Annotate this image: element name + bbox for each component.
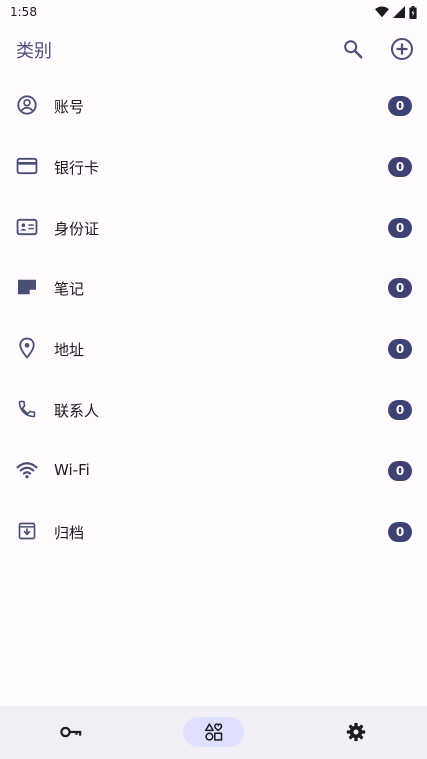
add-circle-icon (391, 38, 413, 60)
signal-icon (393, 6, 405, 18)
category-item-address[interactable]: 地址 0 (0, 318, 427, 379)
id-card-icon (15, 215, 39, 239)
settings-icon (346, 722, 366, 742)
category-label: 归档 (54, 523, 85, 542)
count-badge: 0 (388, 399, 412, 420)
count-badge: 0 (388, 278, 412, 299)
category-item-account[interactable]: 账号 0 (0, 75, 427, 136)
archive-icon (15, 519, 39, 543)
category-label: 联系人 (54, 401, 100, 420)
bottom-navigation (0, 706, 427, 759)
wifi-icon (375, 6, 389, 18)
status-bar: 1:58 (0, 0, 427, 24)
category-item-wifi[interactable]: Wi-Fi 0 (0, 440, 427, 501)
category-item-archive[interactable]: 归档 0 (0, 501, 427, 562)
app-bar: 类别 (0, 24, 427, 74)
count-badge: 0 (388, 521, 412, 542)
nav-passwords[interactable] (54, 717, 88, 747)
account-circle-icon (15, 93, 39, 117)
page-title: 类别 (16, 41, 52, 62)
category-label: 账号 (54, 98, 85, 116)
category-item-contacts[interactable]: 联系人 0 (0, 379, 427, 440)
count-badge: 0 (388, 96, 412, 116)
category-label: Wi-Fi (54, 460, 90, 479)
note-icon (15, 275, 39, 299)
count-badge: 0 (388, 217, 412, 238)
phone-icon (15, 397, 39, 421)
status-time: 1:58 (10, 5, 37, 19)
count-badge: 0 (388, 339, 412, 360)
key-icon (60, 726, 82, 738)
categories-icon (204, 723, 222, 741)
category-label: 银行卡 (54, 158, 100, 177)
location-pin-icon (15, 336, 39, 360)
count-badge: 0 (388, 156, 412, 177)
nav-settings[interactable] (340, 717, 372, 747)
search-button[interactable] (340, 36, 366, 62)
category-item-bank-card[interactable]: 银行卡 0 (0, 136, 427, 197)
category-label: 地址 (54, 341, 85, 360)
nav-categories[interactable] (183, 717, 244, 747)
add-category-button[interactable] (389, 36, 415, 62)
wifi-icon (15, 458, 39, 482)
system-icons (375, 5, 417, 19)
category-item-note[interactable]: 笔记 0 (0, 257, 427, 318)
credit-card-icon (15, 154, 39, 178)
category-list: 账号 0 银行卡 0 身份证 0 笔记 0 地址 0 联系人 0 Wi-Fi 0… (0, 75, 427, 561)
category-label: 笔记 (54, 280, 85, 299)
battery-icon (409, 5, 417, 19)
search-icon (344, 40, 363, 59)
count-badge: 0 (388, 460, 412, 481)
category-label: 身份证 (54, 219, 100, 238)
category-item-id-card[interactable]: 身份证 0 (0, 197, 427, 258)
